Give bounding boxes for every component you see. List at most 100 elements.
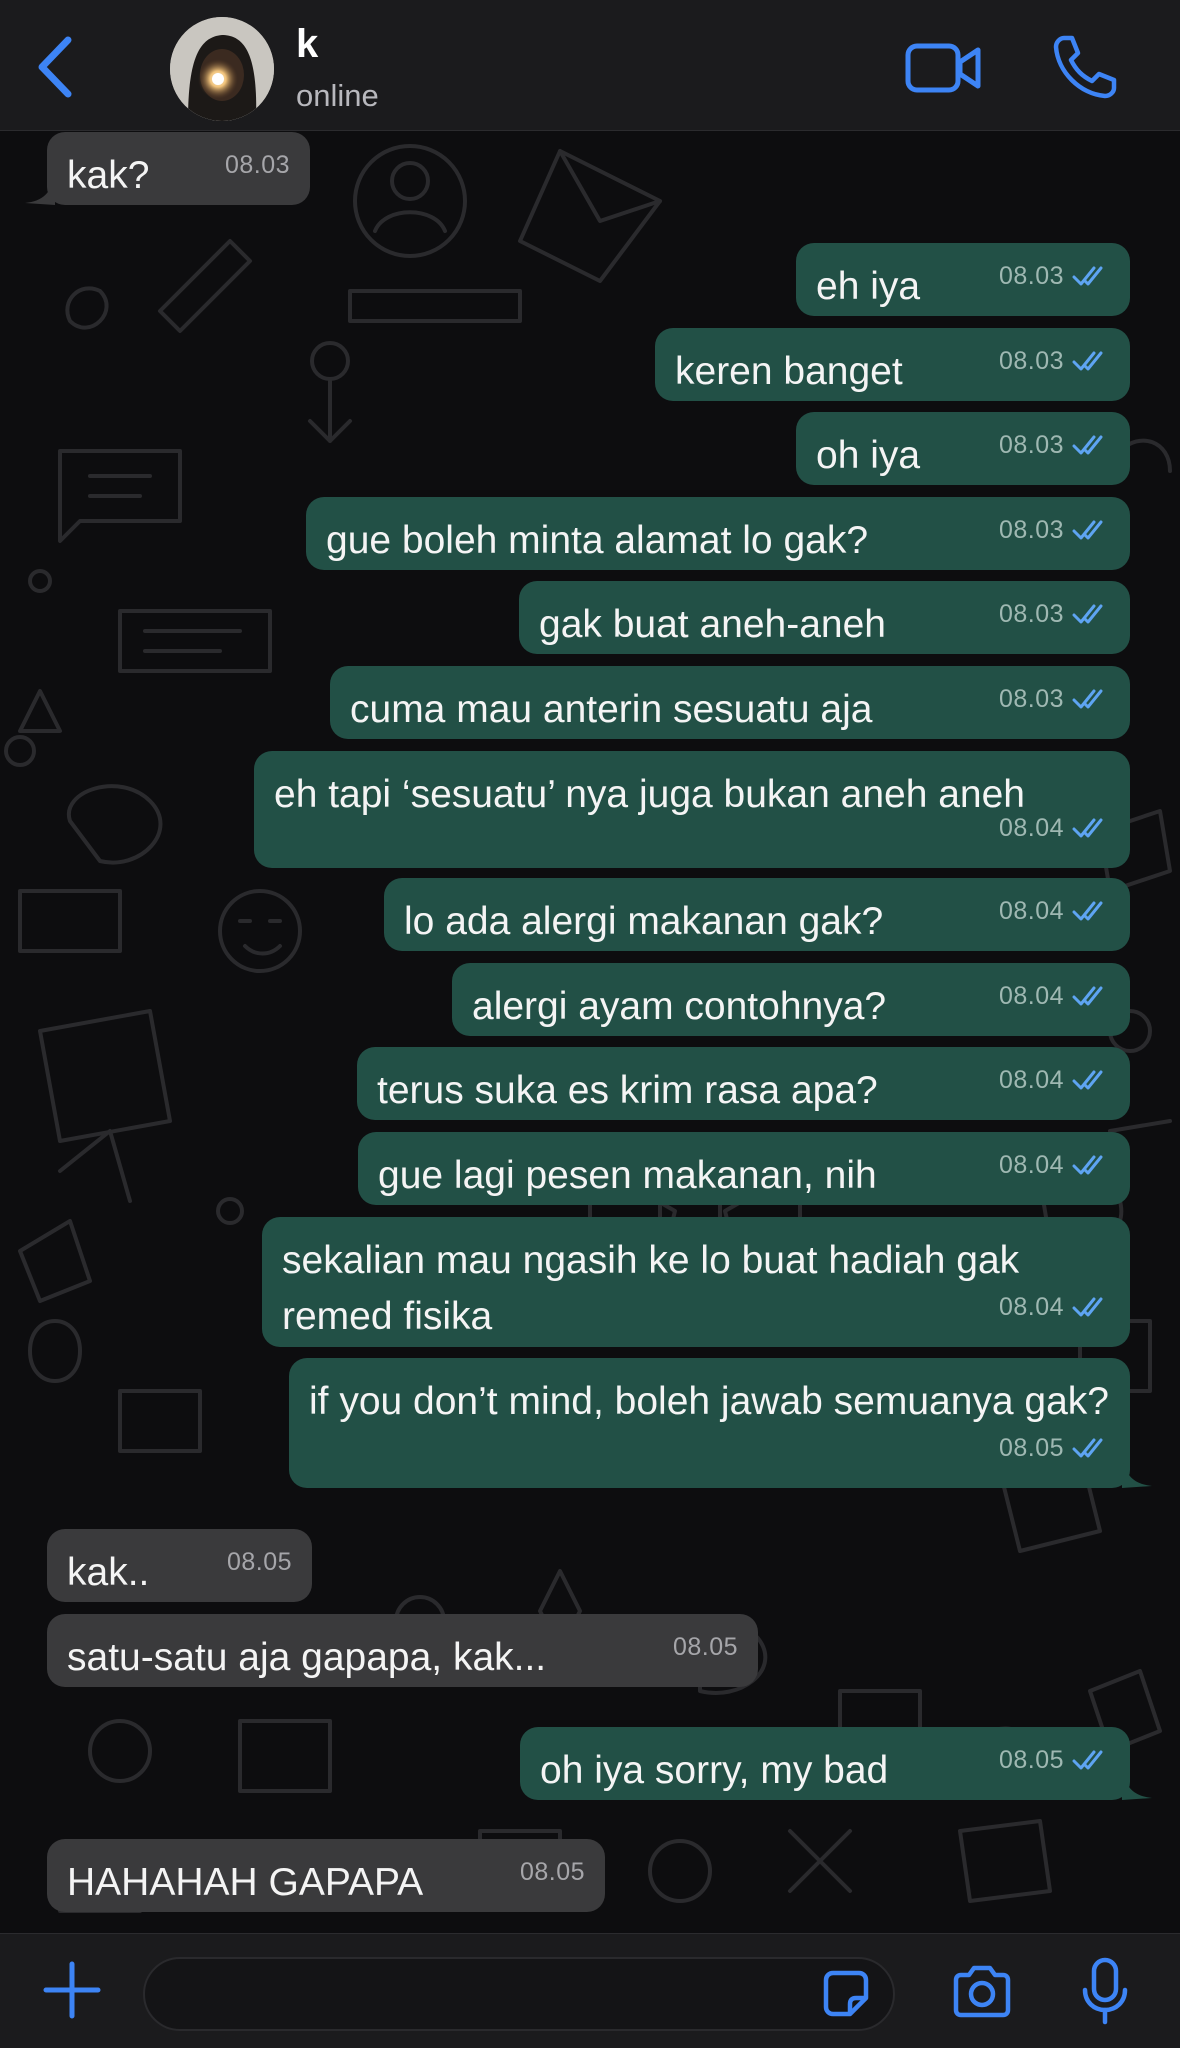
outgoing-message-bubble[interactable]: gue lagi pesen makanan, nih 08.04 [358,1132,1130,1205]
message-text: sekalian mau ngasih ke lo buat hadiah ga… [282,1239,1031,1338]
sticker-button[interactable] [818,1966,874,2022]
outgoing-message-bubble[interactable]: cuma mau anterin sesuatu aja 08.03 [330,666,1130,739]
message-text: if you don’t mind, boleh jawab semuanya … [309,1380,1109,1423]
message-meta: 08.05 [227,1534,292,1590]
message-meta: 08.03 [999,586,1110,642]
outgoing-message-bubble[interactable]: sekalian mau ngasih ke lo buat hadiah ga… [262,1217,1130,1347]
outgoing-message-bubble[interactable]: gak buat aneh-aneh 08.03 [519,581,1130,654]
chat-screen: k online kak? 08.03 eh iya 08.03 keren b… [0,0,1180,2048]
outgoing-message-bubble[interactable]: eh iya 08.03 [796,243,1130,316]
message-input[interactable] [143,1957,895,2031]
read-ticks-icon [1072,1070,1103,1090]
message-meta: 08.03 [225,137,290,193]
message-time: 08.03 [998,262,1064,290]
outgoing-message-bubble[interactable]: oh iya sorry, my bad 08.05 [520,1727,1152,1800]
back-button[interactable] [30,32,80,102]
incoming-message-bubble[interactable]: HAHAHAH GAPAPA 08.05 [47,1839,605,1912]
message-list[interactable]: kak? 08.03 eh iya 08.03 keren banget 08.03 oh … [0,131,1180,1933]
incoming-message-bubble[interactable]: kak? 08.03 [25,132,310,205]
message-meta: 08.03 [999,502,1110,558]
contact-status: online [296,78,379,113]
outgoing-message-bubble[interactable]: gue boleh minta alamat lo gak? 08.03 [306,497,1130,570]
read-ticks-icon [1072,901,1103,921]
message-time: 08.05 [998,1746,1064,1774]
avatar[interactable] [170,17,274,121]
phone-icon [1053,35,1117,99]
composer-bar [0,1933,1180,2048]
read-ticks-icon [1072,1438,1103,1458]
message-time: 08.04 [998,1066,1064,1094]
contact-name[interactable]: k [296,22,318,67]
read-ticks-icon [1072,1297,1103,1317]
voice-message-button[interactable] [1080,1956,1130,2028]
message-meta: 08.04 [999,800,1110,856]
microphone-icon [1082,1957,1128,2025]
plus-icon [43,1961,101,2019]
read-ticks-icon [1072,818,1103,838]
message-meta: 08.03 [999,417,1110,473]
message-text: HAHAHAH GAPAPA [67,1861,424,1904]
read-ticks-icon [1072,1750,1103,1770]
video-camera-icon [905,43,981,93]
message-time: 08.04 [998,1151,1064,1179]
incoming-message-bubble[interactable]: kak.. 08.05 [47,1529,312,1602]
bubble-tail [1122,1458,1152,1488]
read-ticks-icon [1072,689,1103,709]
read-ticks-icon [1072,604,1103,624]
message-meta: 08.03 [999,248,1110,304]
message-text: cuma mau anterin sesuatu aja [350,688,873,731]
message-meta: 08.04 [999,883,1110,939]
camera-icon [953,1965,1011,2018]
contact-photo [170,17,274,121]
message-meta: 08.04 [999,968,1110,1024]
outgoing-message-bubble[interactable]: keren banget 08.03 [655,328,1130,401]
outgoing-message-bubble[interactable]: oh iya 08.03 [796,412,1130,485]
message-time: 08.05 [226,1548,292,1576]
message-time: 08.04 [998,897,1064,925]
video-call-button[interactable] [904,36,984,100]
incoming-message-bubble[interactable]: satu-satu aja gapapa, kak... 08.05 [47,1614,758,1687]
attach-button[interactable] [40,1958,104,2022]
message-time: 08.03 [998,685,1064,713]
message-time: 08.04 [998,982,1064,1010]
message-meta: 08.04 [999,1137,1110,1193]
voice-call-button[interactable] [1050,32,1120,102]
outgoing-message-bubble[interactable]: if you don’t mind, boleh jawab semuanya … [289,1358,1152,1488]
message-time: 08.03 [998,600,1064,628]
bubble-tail [25,175,55,205]
outgoing-message-bubble[interactable]: lo ada alergi makanan gak? 08.04 [384,878,1130,951]
message-meta: 08.05 [999,1732,1110,1788]
message-meta: 08.05 [673,1619,738,1675]
camera-button[interactable] [950,1964,1014,2020]
message-time: 08.04 [998,814,1064,842]
outgoing-message-bubble[interactable]: alergi ayam contohnya? 08.04 [452,963,1130,1036]
message-meta: 08.04 [999,1052,1110,1108]
message-text: eh tapi ‘sesuatu’ nya juga bukan aneh an… [274,773,1025,816]
read-ticks-icon [1072,986,1103,1006]
bubble-tail [1122,1770,1152,1800]
message-time: 08.03 [998,347,1064,375]
message-text: satu-satu aja gapapa, kak... [67,1636,547,1679]
message-time: 08.05 [519,1858,585,1886]
message-meta: 08.05 [520,1844,585,1900]
outgoing-message-bubble[interactable]: eh tapi ‘sesuatu’ nya juga bukan aneh an… [254,751,1130,868]
outgoing-message-bubble[interactable]: terus suka es krim rasa apa? 08.04 [357,1047,1130,1120]
message-time: 08.05 [998,1434,1064,1462]
read-ticks-icon [1072,351,1103,371]
chat-header: k online [0,0,1180,131]
message-text: gue boleh minta alamat lo gak? [326,519,869,562]
read-ticks-icon [1072,266,1103,286]
message-time: 08.05 [672,1633,738,1661]
message-time: 08.04 [998,1293,1064,1321]
message-meta: 08.05 [999,1420,1110,1476]
message-meta: 08.03 [999,671,1110,727]
sticker-icon [823,1970,869,2017]
read-ticks-icon [1072,1155,1103,1175]
message-meta: 08.04 [999,1279,1110,1335]
message-time: 08.03 [224,151,290,179]
message-meta: 08.03 [999,333,1110,389]
read-ticks-icon [1072,520,1103,540]
chevron-left-icon [38,36,72,98]
message-time: 08.03 [998,431,1064,459]
message-time: 08.03 [998,516,1064,544]
